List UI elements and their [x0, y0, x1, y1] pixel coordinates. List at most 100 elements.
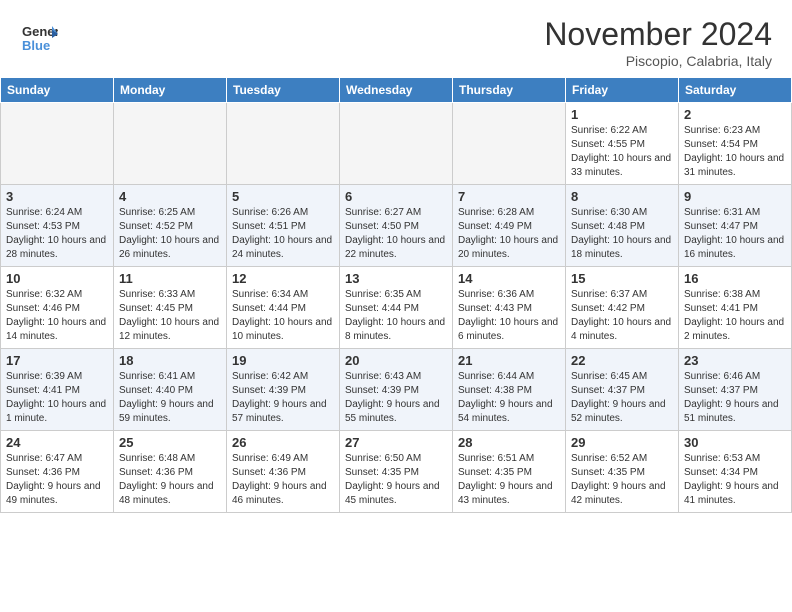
day-number: 1: [571, 107, 673, 122]
calendar-day-cell: 25 Sunrise: 6:48 AM Sunset: 4:36 PM Dayli…: [114, 431, 227, 513]
calendar-day-cell: [114, 103, 227, 185]
day-number: 9: [684, 189, 786, 204]
day-number: 12: [232, 271, 334, 286]
day-number: 7: [458, 189, 560, 204]
day-info: Sunrise: 6:51 AM Sunset: 4:35 PM Dayligh…: [458, 452, 560, 508]
calendar-day-cell: 5Sunrise: 6:26 AM Sunset: 4:51 PM Daylig…: [227, 185, 340, 267]
day-info: Sunrise: 6:44 AM Sunset: 4:38 PM Dayligh…: [458, 370, 560, 426]
day-info: Sunrise: 6:35 AM Sunset: 4:44 PM Dayligh…: [345, 288, 447, 344]
svg-text:Blue: Blue: [22, 38, 50, 53]
calendar-week-row: 10 Sunrise: 6:32 AM Sunset: 4:46 PM Dayli…: [1, 267, 792, 349]
day-info: Sunrise: 6:27 AM Sunset: 4:50 PM Dayligh…: [345, 206, 447, 262]
day-number: 23: [684, 353, 786, 368]
day-info: Sunrise: 6:24 AM Sunset: 4:53 PM Dayligh…: [6, 206, 108, 262]
calendar-day-cell: 20 Sunrise: 6:43 AM Sunset: 4:39 PM Dayli…: [340, 349, 453, 431]
title-block: November 2024 Piscopio, Calabria, Italy: [544, 16, 772, 69]
calendar-day-cell: 7 Sunrise: 6:28 AM Sunset: 4:49 PM Daylig…: [453, 185, 566, 267]
calendar-day-cell: 29 Sunrise: 6:52 AM Sunset: 4:35 PM Dayli…: [566, 431, 679, 513]
calendar-day-cell: 10 Sunrise: 6:32 AM Sunset: 4:46 PM Dayli…: [1, 267, 114, 349]
calendar-day-cell: 22Sunrise: 6:45 AM Sunset: 4:37 PM Dayli…: [566, 349, 679, 431]
calendar-day-cell: 9 Sunrise: 6:31 AM Sunset: 4:47 PM Daylig…: [679, 185, 792, 267]
day-info: Sunrise: 6:31 AM Sunset: 4:47 PM Dayligh…: [684, 206, 786, 262]
day-info: Sunrise: 6:41 AM Sunset: 4:40 PM Dayligh…: [119, 370, 221, 426]
day-number: 14: [458, 271, 560, 286]
calendar-week-row: 24Sunrise: 6:47 AM Sunset: 4:36 PM Dayli…: [1, 431, 792, 513]
calendar-week-row: 17 Sunrise: 6:39 AM Sunset: 4:41 PM Dayli…: [1, 349, 792, 431]
calendar-day-cell: 15 Sunrise: 6:37 AM Sunset: 4:42 PM Dayli…: [566, 267, 679, 349]
day-info: Sunrise: 6:52 AM Sunset: 4:35 PM Dayligh…: [571, 452, 673, 508]
calendar-day-cell: [227, 103, 340, 185]
calendar-day-cell: 12 Sunrise: 6:34 AM Sunset: 4:44 PM Dayli…: [227, 267, 340, 349]
calendar-day-cell: 16 Sunrise: 6:38 AM Sunset: 4:41 PM Dayli…: [679, 267, 792, 349]
calendar-day-cell: 21 Sunrise: 6:44 AM Sunset: 4:38 PM Dayli…: [453, 349, 566, 431]
day-info: Sunrise: 6:23 AM Sunset: 4:54 PM Dayligh…: [684, 124, 786, 180]
day-number: 8: [571, 189, 673, 204]
day-number: 27: [345, 435, 447, 450]
weekday-header: Saturday: [679, 78, 792, 103]
day-number: 2: [684, 107, 786, 122]
calendar-day-cell: 4Sunrise: 6:25 AM Sunset: 4:52 PM Daylig…: [114, 185, 227, 267]
calendar-day-cell: 23 Sunrise: 6:46 AM Sunset: 4:37 PM Dayli…: [679, 349, 792, 431]
day-info: Sunrise: 6:48 AM Sunset: 4:36 PM Dayligh…: [119, 452, 221, 508]
calendar-day-cell: 27Sunrise: 6:50 AM Sunset: 4:35 PM Dayli…: [340, 431, 453, 513]
calendar-day-cell: 14 Sunrise: 6:36 AM Sunset: 4:43 PM Dayli…: [453, 267, 566, 349]
calendar-day-cell: 24Sunrise: 6:47 AM Sunset: 4:36 PM Dayli…: [1, 431, 114, 513]
calendar-day-cell: 3 Sunrise: 6:24 AM Sunset: 4:53 PM Daylig…: [1, 185, 114, 267]
calendar-day-cell: 1Sunrise: 6:22 AM Sunset: 4:55 PM Daylig…: [566, 103, 679, 185]
day-info: Sunrise: 6:34 AM Sunset: 4:44 PM Dayligh…: [232, 288, 334, 344]
day-number: 26: [232, 435, 334, 450]
day-number: 25: [119, 435, 221, 450]
day-info: Sunrise: 6:30 AM Sunset: 4:48 PM Dayligh…: [571, 206, 673, 262]
calendar-day-cell: 6 Sunrise: 6:27 AM Sunset: 4:50 PM Daylig…: [340, 185, 453, 267]
month-title: November 2024: [544, 16, 772, 53]
day-number: 17: [6, 353, 108, 368]
day-info: Sunrise: 6:46 AM Sunset: 4:37 PM Dayligh…: [684, 370, 786, 426]
day-number: 6: [345, 189, 447, 204]
logo: General Blue: [20, 16, 58, 59]
day-info: Sunrise: 6:37 AM Sunset: 4:42 PM Dayligh…: [571, 288, 673, 344]
day-number: 13: [345, 271, 447, 286]
day-number: 15: [571, 271, 673, 286]
day-number: 19: [232, 353, 334, 368]
day-info: Sunrise: 6:45 AM Sunset: 4:37 PM Dayligh…: [571, 370, 673, 426]
day-info: Sunrise: 6:42 AM Sunset: 4:39 PM Dayligh…: [232, 370, 334, 426]
calendar-day-cell: 2 Sunrise: 6:23 AM Sunset: 4:54 PM Daylig…: [679, 103, 792, 185]
day-info: Sunrise: 6:38 AM Sunset: 4:41 PM Dayligh…: [684, 288, 786, 344]
day-number: 11: [119, 271, 221, 286]
day-info: Sunrise: 6:28 AM Sunset: 4:49 PM Dayligh…: [458, 206, 560, 262]
calendar-day-cell: 30Sunrise: 6:53 AM Sunset: 4:34 PM Dayli…: [679, 431, 792, 513]
day-number: 30: [684, 435, 786, 450]
day-info: Sunrise: 6:36 AM Sunset: 4:43 PM Dayligh…: [458, 288, 560, 344]
calendar-day-cell: 28 Sunrise: 6:51 AM Sunset: 4:35 PM Dayli…: [453, 431, 566, 513]
calendar-day-cell: 26Sunrise: 6:49 AM Sunset: 4:36 PM Dayli…: [227, 431, 340, 513]
day-number: 21: [458, 353, 560, 368]
day-info: Sunrise: 6:32 AM Sunset: 4:46 PM Dayligh…: [6, 288, 108, 344]
logo-icon: General Blue: [20, 16, 58, 54]
day-info: Sunrise: 6:43 AM Sunset: 4:39 PM Dayligh…: [345, 370, 447, 426]
calendar-week-row: 1Sunrise: 6:22 AM Sunset: 4:55 PM Daylig…: [1, 103, 792, 185]
calendar-day-cell: 8 Sunrise: 6:30 AM Sunset: 4:48 PM Daylig…: [566, 185, 679, 267]
day-number: 10: [6, 271, 108, 286]
calendar-day-cell: [453, 103, 566, 185]
weekday-header: Tuesday: [227, 78, 340, 103]
weekday-header: Sunday: [1, 78, 114, 103]
day-number: 16: [684, 271, 786, 286]
day-number: 28: [458, 435, 560, 450]
day-number: 18: [119, 353, 221, 368]
page-header: General Blue November 2024 Piscopio, Cal…: [0, 0, 792, 77]
day-number: 3: [6, 189, 108, 204]
weekday-header: Monday: [114, 78, 227, 103]
calendar-week-row: 3 Sunrise: 6:24 AM Sunset: 4:53 PM Daylig…: [1, 185, 792, 267]
day-number: 5: [232, 189, 334, 204]
calendar-day-cell: 17 Sunrise: 6:39 AM Sunset: 4:41 PM Dayli…: [1, 349, 114, 431]
location-subtitle: Piscopio, Calabria, Italy: [544, 53, 772, 69]
day-info: Sunrise: 6:39 AM Sunset: 4:41 PM Dayligh…: [6, 370, 108, 426]
weekday-header: Friday: [566, 78, 679, 103]
day-number: 24: [6, 435, 108, 450]
calendar-day-cell: [1, 103, 114, 185]
day-number: 20: [345, 353, 447, 368]
calendar-day-cell: 18 Sunrise: 6:41 AM Sunset: 4:40 PM Dayli…: [114, 349, 227, 431]
calendar-table: SundayMondayTuesdayWednesdayThursdayFrid…: [0, 77, 792, 513]
calendar-day-cell: 19 Sunrise: 6:42 AM Sunset: 4:39 PM Dayli…: [227, 349, 340, 431]
day-number: 29: [571, 435, 673, 450]
